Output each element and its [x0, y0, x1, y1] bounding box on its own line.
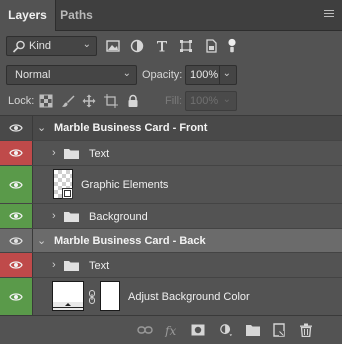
adjustment-thumbnail	[52, 281, 84, 311]
chevron-right-icon[interactable]: ›	[52, 259, 56, 271]
layers-panel: Layers Paths Kind ⌄ Normal ⌄ Opacity: 10…	[0, 0, 342, 344]
smart-object-badge-icon	[62, 188, 73, 199]
lock-all-icon[interactable]	[126, 94, 140, 108]
svg-text:fx: fx	[164, 324, 176, 337]
layer-name: Adjust Background Color	[128, 291, 250, 303]
panel-tab-bar: Layers Paths	[0, 0, 342, 31]
chevron-right-icon[interactable]: ›	[52, 147, 56, 159]
layer-row[interactable]: Graphic Elements	[0, 166, 342, 204]
filter-toggle-icon[interactable]	[225, 38, 239, 54]
fill-field[interactable]: 100% ⌄	[185, 91, 237, 111]
folder-icon	[64, 149, 79, 159]
lock-transparent-pixels-icon[interactable]	[39, 94, 53, 108]
chevron-down-icon[interactable]: ⌄	[223, 68, 231, 79]
visibility-toggle[interactable]	[0, 229, 32, 252]
layers-list: ⌄ Marble Business Card - Front › Text Gr…	[0, 115, 342, 316]
gradient-adjustment-icon	[53, 302, 83, 310]
shape-filter-icon[interactable]	[178, 38, 194, 54]
tab-layers[interactable]: Layers	[0, 0, 56, 31]
visibility-toggle[interactable]	[0, 116, 32, 140]
opacity-value: 100%	[190, 69, 219, 81]
blend-row: Normal ⌄ Opacity: 100% ⌄	[0, 63, 342, 87]
new-group-icon[interactable]	[245, 323, 261, 337]
folder-icon	[64, 261, 79, 271]
eye-icon	[9, 261, 23, 269]
layers-bottom-toolbar: fx	[0, 315, 342, 344]
lock-position-icon[interactable]	[82, 94, 96, 108]
visibility-toggle[interactable]	[0, 204, 32, 228]
chevron-down-icon: ⌄	[122, 68, 131, 79]
layer-row[interactable]: ⌄ Marble Business Card - Back	[0, 229, 342, 253]
chevron-down-icon[interactable]: ⌄	[37, 234, 46, 247]
visibility-toggle[interactable]	[0, 166, 32, 203]
filter-row: Kind ⌄	[0, 33, 342, 61]
layer-name: Graphic Elements	[81, 179, 169, 191]
fill-label: Fill:	[165, 95, 183, 107]
fill-value: 100%	[190, 95, 219, 107]
new-layer-icon[interactable]	[272, 323, 286, 337]
eye-icon	[9, 124, 23, 132]
panel-menu-icon[interactable]	[324, 10, 334, 19]
eye-icon	[9, 212, 23, 220]
link-layers-icon[interactable]	[137, 323, 153, 337]
tab-paths[interactable]: Paths	[55, 0, 98, 31]
chevron-down-icon: ⌄	[82, 39, 91, 50]
layer-name: Text	[89, 260, 110, 272]
opacity-label: Opacity:	[142, 69, 183, 81]
opacity-field[interactable]: 100% ⌄	[185, 65, 237, 85]
layer-row[interactable]: › Text	[0, 141, 342, 166]
chevron-down-icon[interactable]: ⌄	[223, 94, 231, 105]
lock-row: Lock: Fill: 100% ⌄	[0, 89, 342, 113]
lock-label: Lock:	[8, 95, 35, 107]
chevron-down-icon[interactable]: ⌄	[37, 121, 46, 134]
layer-row[interactable]: Adjust Background Color	[0, 278, 342, 316]
adjustment-filter-icon[interactable]	[129, 38, 145, 54]
blend-mode-value: Normal	[15, 69, 51, 81]
eye-icon	[9, 236, 23, 245]
filter-kind-select[interactable]: Kind ⌄	[6, 36, 97, 56]
layer-name: Marble Business Card - Back	[54, 235, 206, 247]
image-filter-icon[interactable]	[105, 38, 121, 54]
fx-icon[interactable]: fx	[164, 323, 180, 337]
trash-icon[interactable]	[299, 323, 313, 337]
blend-mode-select[interactable]: Normal ⌄	[6, 65, 137, 85]
search-icon	[12, 40, 25, 53]
eye-icon	[9, 180, 23, 189]
visibility-toggle[interactable]	[0, 253, 32, 277]
layer-mask-thumbnail[interactable]	[100, 281, 120, 311]
visibility-toggle[interactable]	[0, 141, 32, 165]
eye-icon	[9, 293, 23, 301]
link-icon[interactable]	[88, 290, 96, 304]
layer-row[interactable]: › Text	[0, 253, 342, 278]
visibility-toggle[interactable]	[0, 278, 32, 316]
lock-image-pixels-icon[interactable]	[61, 94, 75, 108]
chevron-right-icon[interactable]: ›	[52, 210, 56, 222]
layer-row[interactable]: ⌄ Marble Business Card - Front	[0, 116, 342, 141]
smart-object-filter-icon[interactable]	[203, 38, 219, 54]
add-mask-icon[interactable]	[191, 323, 205, 337]
folder-icon	[64, 212, 79, 222]
lock-artboard-icon[interactable]	[104, 94, 118, 108]
type-filter-icon[interactable]	[154, 38, 170, 54]
eye-icon	[9, 149, 23, 157]
layer-name: Background	[89, 211, 148, 223]
adjustment-layer-icon[interactable]	[218, 323, 234, 337]
layer-name: Marble Business Card - Front	[54, 122, 208, 134]
layer-name: Text	[89, 148, 110, 160]
filter-kind-label: Kind	[29, 40, 52, 52]
layer-row[interactable]: › Background	[0, 204, 342, 229]
